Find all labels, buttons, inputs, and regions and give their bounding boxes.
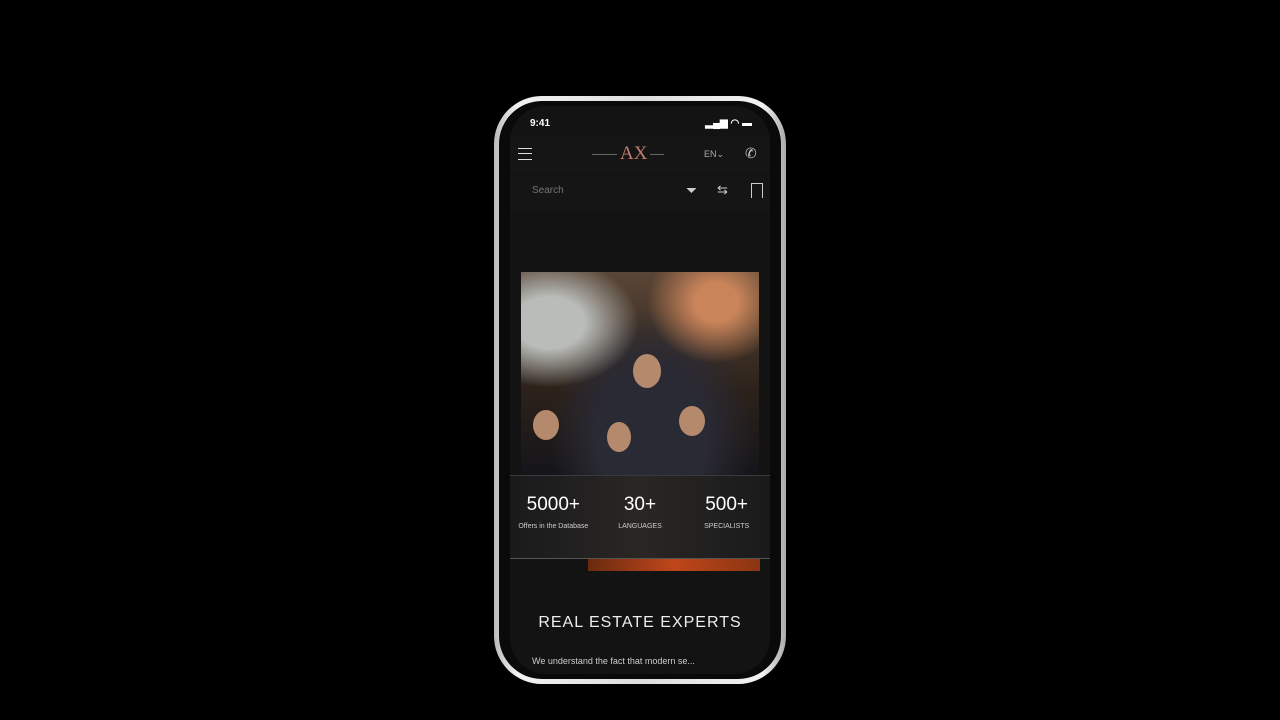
section-text: We understand the fact that modern se...	[532, 656, 695, 666]
stat-value: 30+	[623, 494, 657, 515]
language-selector[interactable]: EN⌄	[704, 149, 724, 160]
language-label: EN	[704, 149, 717, 159]
status-icons: ▂▄▆ ◠ ▬	[705, 118, 752, 129]
stat-offers: 5000+ Offers in the Database	[513, 476, 593, 558]
stat-label: LANGUAGES	[618, 523, 662, 530]
team-photo	[521, 272, 759, 475]
status-time: 9:41	[530, 118, 551, 129]
filter-icon[interactable]: ⏷	[686, 182, 697, 199]
stat-languages: 30+ LANGUAGES	[600, 476, 680, 558]
phone-icon[interactable]: ✆	[745, 145, 757, 162]
stat-label: Offers in the Database	[518, 523, 589, 530]
stat-value: 5000+	[526, 494, 581, 515]
menu-icon[interactable]	[518, 148, 532, 160]
search-input[interactable]	[530, 184, 674, 197]
bookmark-icon[interactable]	[751, 183, 763, 198]
top-nav: AX EN⌄ ✆	[510, 136, 770, 174]
stat-specialists: 500+ SPECIALISTS	[687, 476, 767, 558]
logo[interactable]: AX	[617, 143, 651, 165]
stat-value: 500+	[705, 494, 749, 515]
phone-screen: 9:41 ▂▄▆ ◠ ▬ AX EN⌄ ✆ ⏷ ⇆ 5000+ Offers in…	[510, 106, 770, 674]
accent-strip	[588, 559, 760, 571]
stats-bar: 5000+ Offers in the Database 30+ LANGUAGES…	[510, 475, 770, 559]
sort-icon[interactable]: ⇆	[717, 182, 728, 198]
section-title: REAL ESTATE EXPERTS	[538, 614, 742, 631]
chevron-down-icon: ⌄	[716, 149, 725, 159]
search-bar: ⏷ ⇆	[510, 176, 770, 210]
stat-label: SPECIALISTS	[704, 523, 750, 530]
status-bar: 9:41 ▂▄▆ ◠ ▬	[530, 118, 752, 129]
